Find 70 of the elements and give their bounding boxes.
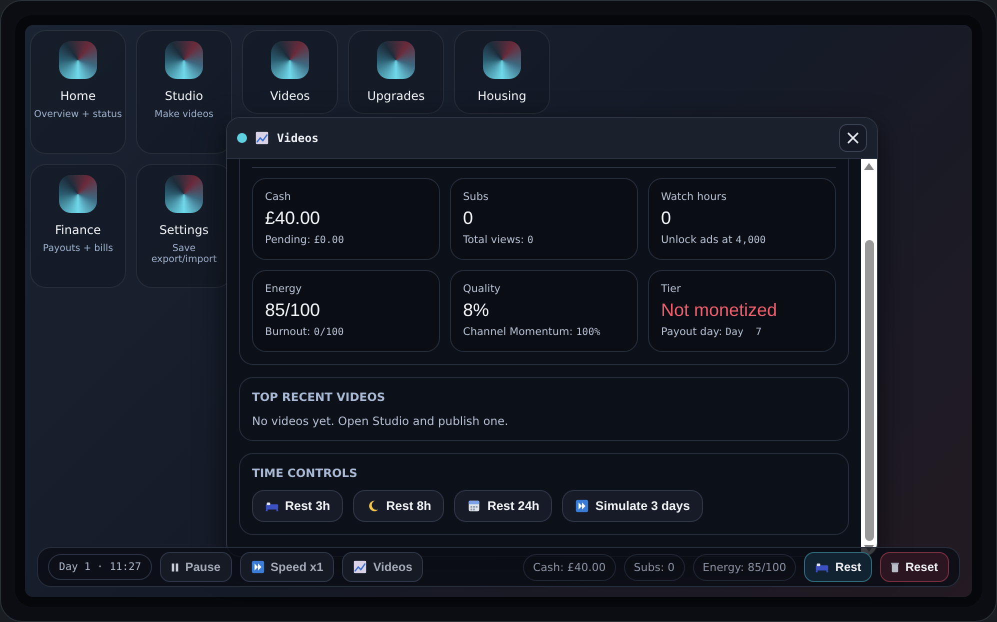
app-label: Home — [60, 89, 96, 103]
fast-forward-icon — [250, 560, 265, 574]
app-launcher[interactable]: Finance Payouts + bills — [30, 164, 126, 288]
app-label: Videos — [270, 89, 310, 103]
app-icon — [377, 41, 415, 79]
stat-readout: Subs: 0 — [624, 554, 685, 580]
pause-icon — [171, 562, 180, 572]
stat-note: Burnout: 0/100 — [265, 326, 345, 338]
stat-value: 85/100 — [265, 300, 322, 321]
stat-label: Cash — [265, 191, 292, 203]
app-label: Finance — [55, 223, 101, 237]
app-subtitle: Overview + status — [34, 109, 122, 120]
stat-note: Pending: £0.00 — [265, 234, 345, 246]
app-icon — [59, 175, 97, 213]
app-subtitle: Save export/import — [150, 243, 218, 266]
section-heading: TIME CONTROLS — [252, 466, 358, 480]
app-icon — [271, 41, 309, 79]
empty-message: No videos yet. Open Studio and publish one. — [252, 414, 510, 428]
chart-icon — [255, 131, 269, 145]
stat-note: Channel Momentum: 100% — [463, 326, 602, 338]
stat-note: Payout day: Day 7 — [661, 326, 763, 338]
time-button[interactable]: Rest 3h — [252, 490, 344, 522]
time-button[interactable]: Rest 8h — [353, 490, 444, 522]
time-button[interactable]: Rest 24h — [454, 490, 552, 522]
stat-value: Not monetized — [661, 300, 778, 321]
app-icon — [165, 175, 203, 213]
app-icon — [165, 41, 203, 79]
stat-note: Total views: 0 — [463, 234, 534, 246]
time-button[interactable]: Simulate 3 days — [562, 490, 703, 522]
stat-value: 0 — [463, 208, 474, 229]
trash-icon — [891, 562, 900, 572]
app-launcher[interactable]: Home Overview + status — [30, 30, 126, 154]
app-launcher[interactable]: Housing — [454, 30, 550, 114]
app-subtitle: Make videos — [154, 109, 214, 120]
stat-readout: Cash: £40.00 — [522, 554, 616, 580]
app-launcher[interactable]: Upgrades — [348, 30, 444, 114]
app-icon — [59, 41, 97, 79]
app-label: Housing — [478, 89, 526, 103]
app-launcher[interactable]: Studio Make videos — [136, 30, 232, 154]
window-title: Videos — [277, 131, 320, 145]
stat-value: 0 — [661, 208, 672, 229]
clock-label: Day 1 · 11:27 — [48, 554, 152, 580]
app-label: Settings — [159, 223, 209, 237]
close-button[interactable] — [839, 124, 867, 152]
stat-label: Subs — [463, 191, 490, 203]
app-launcher[interactable]: Videos — [242, 30, 338, 114]
calendar-icon — [467, 499, 482, 513]
dock-button[interactable]: Pause — [160, 552, 232, 582]
stat-label: Energy — [265, 283, 303, 295]
app-subtitle: Payouts + bills — [42, 243, 114, 254]
stat-label: Quality — [463, 283, 502, 295]
dock-button[interactable]: Rest — [804, 552, 872, 582]
app-icon — [483, 41, 521, 79]
stat-value: £40.00 — [265, 208, 322, 229]
section-heading: TOP RECENT VIDEOS — [252, 390, 386, 404]
status-dot — [237, 133, 247, 143]
app-label: Studio — [164, 89, 204, 103]
dock-button[interactable]: Speed x1 — [240, 552, 334, 582]
stat-note: Unlock ads at 4,000 — [661, 234, 767, 246]
stat-label: Watch hours — [661, 191, 728, 203]
close-icon — [847, 132, 859, 144]
chart-icon — [353, 560, 368, 574]
stat-value: 8% — [463, 300, 490, 321]
stat-readout: Energy: 85/100 — [692, 554, 796, 580]
dock-button[interactable]: Reset — [880, 552, 949, 582]
app-label: Upgrades — [367, 89, 425, 103]
fast-forward-icon — [575, 499, 590, 513]
dock-button[interactable]: Videos — [342, 552, 424, 582]
moon-icon — [366, 499, 380, 513]
stat-label: Tier — [661, 283, 682, 295]
